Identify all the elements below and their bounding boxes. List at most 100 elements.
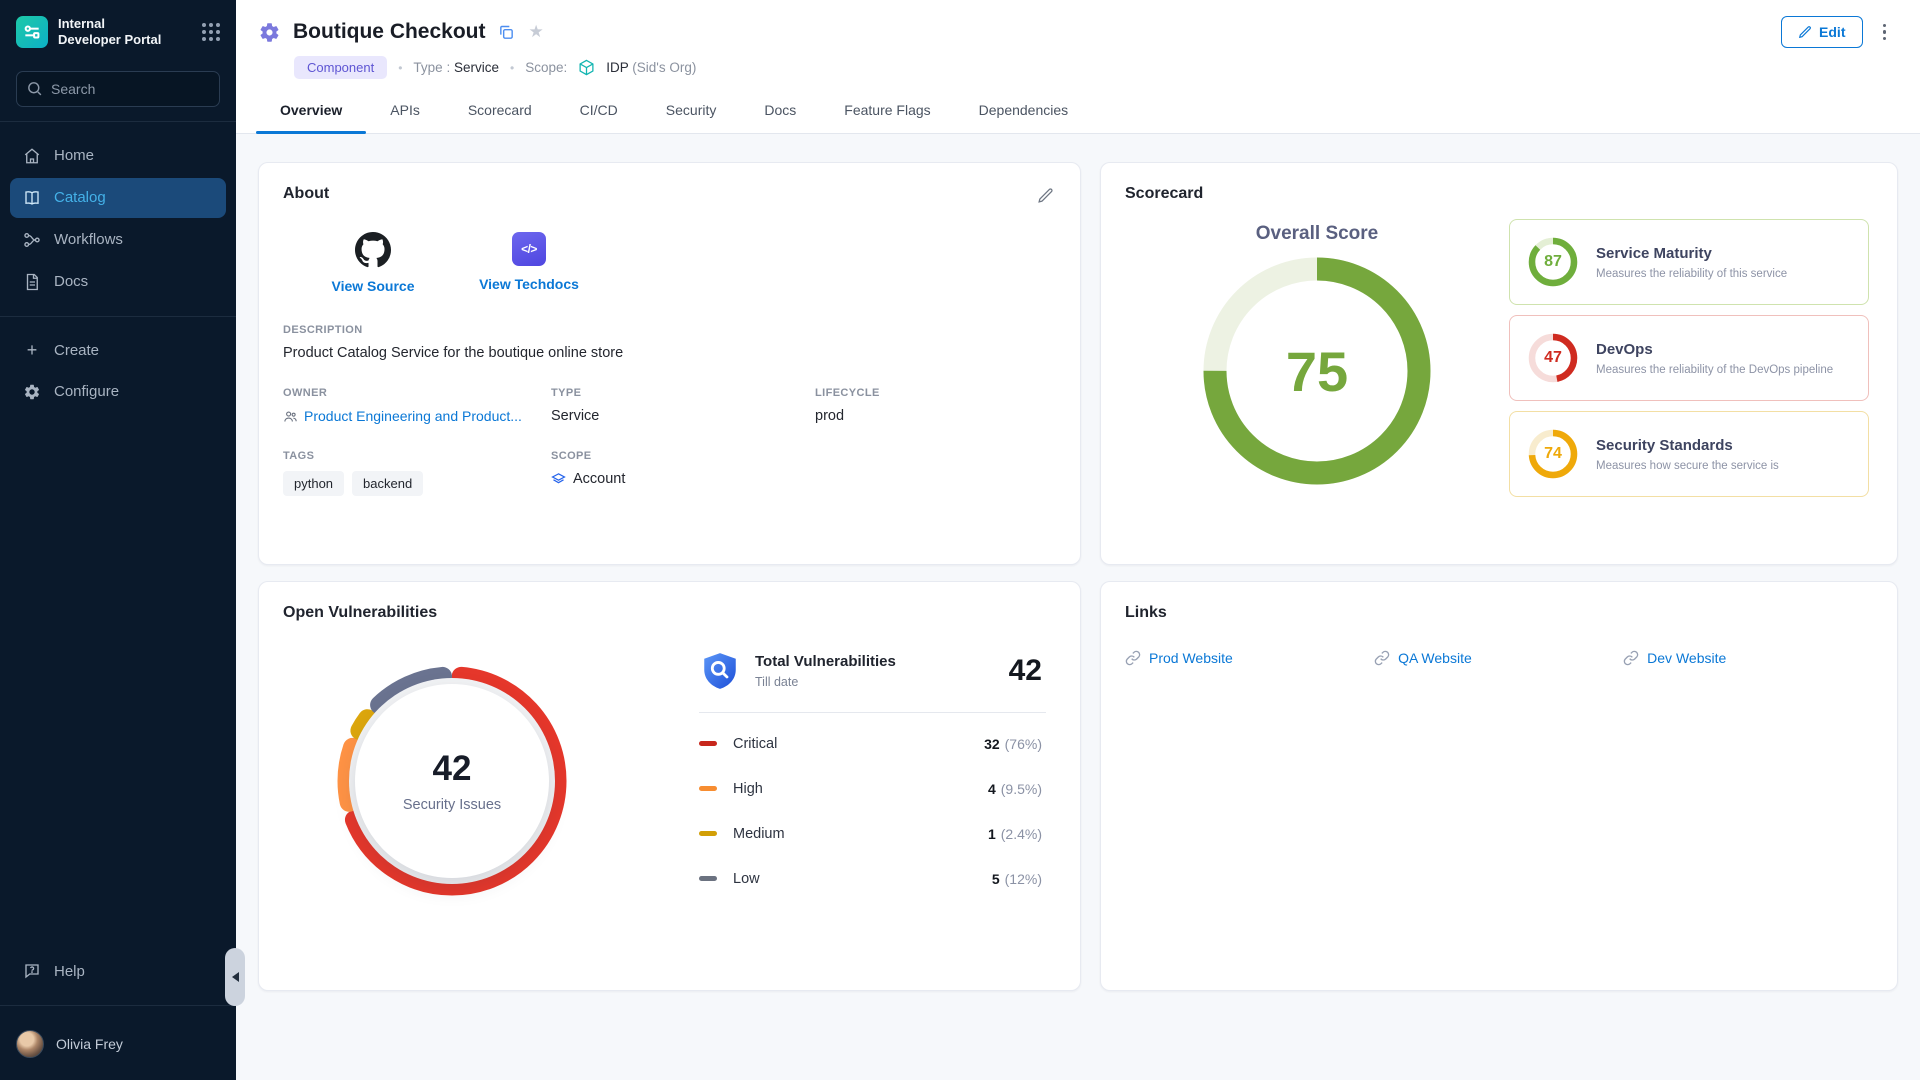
score-desc: Measures the reliability of the DevOps p… (1596, 364, 1833, 376)
tags-label: TAGS (283, 450, 551, 462)
app-name: Internal Developer Portal (58, 16, 200, 49)
legend-critical: Critical 32 (76%) (699, 721, 1046, 766)
sidebar-item-label: Docs (54, 273, 88, 290)
sidebar-item-label: Configure (54, 383, 119, 400)
shield-search-icon (699, 650, 741, 692)
high-dash-icon (699, 786, 717, 791)
low-dash-icon (699, 876, 717, 881)
description-label: DESCRIPTION (283, 324, 1056, 336)
sidebar-item-workflows[interactable]: Workflows (10, 220, 226, 260)
user-menu[interactable]: Olivia Frey (0, 1020, 236, 1068)
chevron-left-icon (232, 972, 239, 982)
score-name: Service Maturity (1596, 245, 1787, 262)
more-options-icon[interactable] (1873, 18, 1897, 47)
entity-kind-badge: Component (294, 56, 387, 79)
sidebar-item-label: Catalog (54, 189, 106, 206)
sidebar-collapse-handle[interactable] (225, 948, 245, 1006)
page-header: Boutique Checkout ★ Edit Component • Typ… (236, 0, 1920, 134)
scope-value: Account (573, 471, 625, 487)
overall-score-value: 75 (1201, 255, 1433, 487)
description-value: Product Catalog Service for the boutique… (283, 345, 1056, 361)
scope-value: IDP (606, 60, 628, 75)
copy-icon[interactable] (496, 22, 517, 43)
plus-icon: + (23, 343, 41, 357)
about-card: About View Source </> View Techdocs (258, 162, 1081, 565)
service-maturity-ring: 87 (1526, 235, 1580, 289)
score-service-maturity[interactable]: 87 Service Maturity Measures the reliabi… (1509, 219, 1869, 305)
owner-label: OWNER (283, 387, 551, 399)
edit-button[interactable]: Edit (1781, 16, 1862, 48)
dev-website-link[interactable]: Dev Website (1623, 650, 1872, 666)
tab-apis[interactable]: APIs (366, 89, 444, 133)
lifecycle-value: prod (815, 408, 1056, 424)
page-title: Boutique Checkout (293, 20, 486, 44)
sidebar-item-label: Workflows (54, 231, 123, 248)
tab-bar: Overview APIs Scorecard CI/CD Security D… (236, 89, 1920, 133)
sidebar-search (16, 71, 220, 107)
vulnerabilities-card: Open Vulnerabilities 42 Security Issues (258, 581, 1081, 991)
scorecard-title: Scorecard (1125, 185, 1873, 203)
tab-feature-flags[interactable]: Feature Flags (820, 89, 954, 133)
favorite-star-icon[interactable]: ★ (527, 20, 546, 44)
tab-dependencies[interactable]: Dependencies (955, 89, 1093, 133)
link-icon (1374, 650, 1390, 666)
prod-website-link[interactable]: Prod Website (1125, 650, 1374, 666)
app-logo (16, 16, 48, 48)
score-desc: Measures how secure the service is (1596, 460, 1779, 472)
score-name: DevOps (1596, 341, 1833, 358)
search-input[interactable] (16, 71, 220, 107)
docs-file-icon (23, 273, 41, 291)
apps-grid-icon[interactable] (200, 21, 222, 43)
gear-icon (23, 383, 41, 401)
type-value: Service (454, 60, 499, 75)
tab-overview[interactable]: Overview (256, 89, 366, 133)
tag-backend[interactable]: backend (352, 471, 423, 496)
sidebar-divider (0, 121, 236, 122)
total-vulnerabilities-label: Total Vulnerabilities (755, 653, 995, 670)
type-label: TYPE (551, 387, 815, 399)
pencil-icon (1798, 25, 1812, 39)
security-issues-label: Security Issues (403, 797, 501, 813)
sidebar-item-configure[interactable]: Configure (10, 372, 226, 412)
lifecycle-label: LIFECYCLE (815, 387, 1056, 399)
view-techdocs-link[interactable]: </> View Techdocs (475, 232, 583, 294)
type-value: Service (551, 408, 815, 424)
home-icon (23, 147, 41, 165)
score-devops[interactable]: 47 DevOps Measures the reliability of th… (1509, 315, 1869, 401)
security-issues-count: 42 (433, 749, 472, 789)
security-standards-ring: 74 (1526, 427, 1580, 481)
avatar (16, 1030, 44, 1058)
sidebar-item-help[interactable]: Help (10, 951, 226, 991)
tab-security[interactable]: Security (642, 89, 741, 133)
sidebar-item-home[interactable]: Home (10, 136, 226, 176)
view-source-link[interactable]: View Source (319, 232, 427, 294)
tab-scorecard[interactable]: Scorecard (444, 89, 556, 133)
link-icon (1125, 650, 1141, 666)
sidebar-item-label: Home (54, 147, 94, 164)
catalog-book-icon (23, 189, 41, 207)
user-name: Olivia Frey (56, 1036, 123, 1052)
vulnerabilities-donut: 42 Security Issues (327, 656, 577, 906)
score-security-standards[interactable]: 74 Security Standards Measures how secur… (1509, 411, 1869, 497)
sidebar-item-docs[interactable]: Docs (10, 262, 226, 302)
links-card: Links Prod Website QA Website (1100, 581, 1898, 991)
tag-python[interactable]: python (283, 471, 344, 496)
search-icon (26, 80, 43, 97)
links-title: Links (1125, 604, 1873, 622)
medium-dash-icon (699, 831, 717, 836)
owner-link[interactable]: Product Engineering and Product... (283, 408, 551, 424)
sidebar-item-create[interactable]: + Create (10, 331, 226, 370)
sidebar-divider (0, 1005, 236, 1006)
tab-cicd[interactable]: CI/CD (556, 89, 642, 133)
sidebar-item-catalog[interactable]: Catalog (10, 178, 226, 218)
scorecard-card: Scorecard Overall Score 75 (1100, 162, 1898, 565)
qa-website-link[interactable]: QA Website (1374, 650, 1623, 666)
legend-low: Low 5 (12%) (699, 856, 1046, 901)
tab-docs[interactable]: Docs (740, 89, 820, 133)
sidebar-divider (0, 316, 236, 317)
sidebar: Internal Developer Portal Home Catalog W… (0, 0, 236, 1080)
about-title: About (283, 185, 329, 203)
link-icon (1623, 650, 1639, 666)
about-edit-pencil-icon[interactable] (1035, 185, 1056, 206)
legend-high: High 4 (9.5%) (699, 766, 1046, 811)
